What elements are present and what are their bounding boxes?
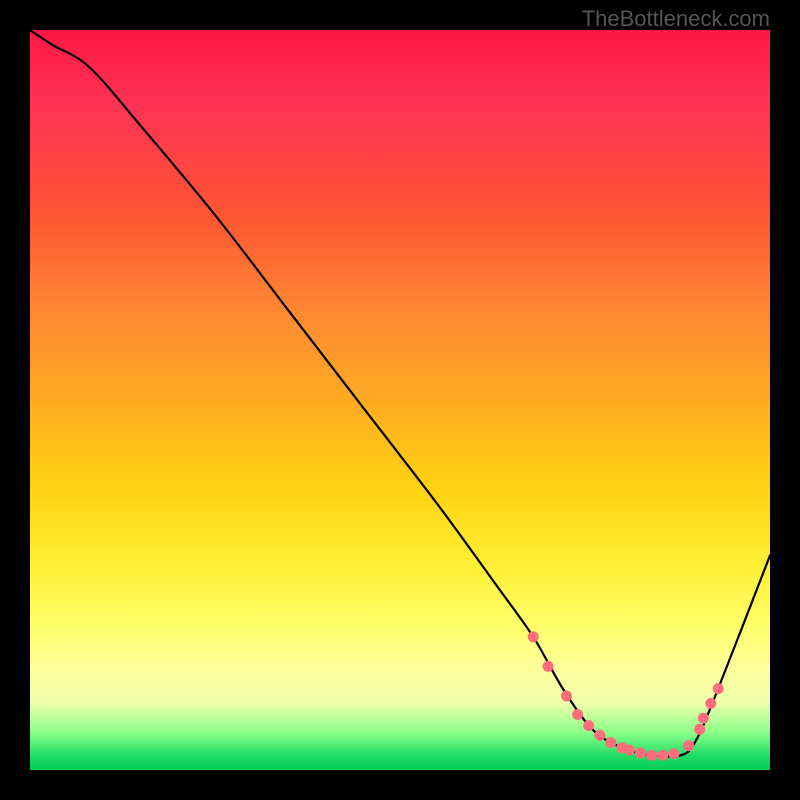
highlight-dot: [646, 750, 657, 761]
bottleneck-curve: [30, 30, 770, 757]
chart-container: TheBottleneck.com: [0, 0, 800, 800]
highlight-dot: [713, 683, 724, 694]
highlight-dot: [624, 745, 635, 756]
highlight-dot: [543, 661, 554, 672]
plot-area: [30, 30, 770, 770]
highlight-dot: [583, 720, 594, 731]
chart-svg: [30, 30, 770, 770]
highlight-dot: [635, 747, 646, 758]
highlight-dot: [594, 730, 605, 741]
highlight-dot: [698, 713, 709, 724]
highlight-dot: [561, 691, 572, 702]
highlight-dot: [572, 709, 583, 720]
highlight-dot: [528, 631, 539, 642]
highlight-dot: [694, 724, 705, 735]
highlight-dot: [683, 740, 694, 751]
highlight-dot: [668, 748, 679, 759]
highlight-dot: [657, 750, 668, 761]
highlight-dot: [605, 737, 616, 748]
attribution-label: TheBottleneck.com: [582, 6, 770, 32]
highlight-dot: [705, 698, 716, 709]
